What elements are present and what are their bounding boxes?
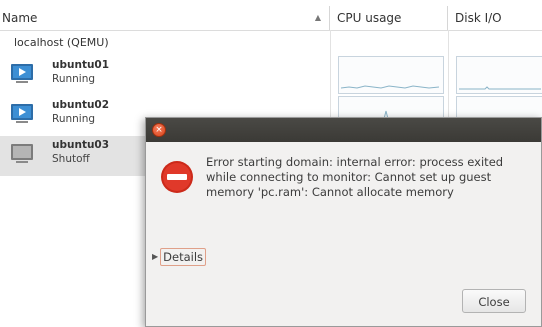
vm-status: Shutoff	[52, 153, 90, 165]
cpu-usage-graph	[338, 56, 444, 94]
dialog-titlebar[interactable]: ×	[146, 118, 541, 142]
column-header-cpu-label: CPU usage	[337, 11, 402, 25]
column-header-name-label: Name	[2, 11, 38, 25]
vm-status: Running	[52, 73, 96, 85]
vm-status: Running	[52, 113, 96, 125]
column-header-name[interactable]: Name ▲	[0, 6, 330, 30]
expander-arrow-icon: ▶	[152, 252, 159, 261]
vm-running-icon	[11, 104, 33, 123]
sort-ascending-icon: ▲	[314, 13, 321, 22]
header-divider	[0, 30, 542, 31]
vm-row-ubuntu01[interactable]: ubuntu01 Running	[0, 56, 542, 96]
disk-io-graph	[456, 56, 542, 94]
vm-running-icon	[11, 64, 33, 83]
close-icon[interactable]: ×	[152, 123, 166, 137]
vm-shutoff-icon	[11, 144, 33, 163]
column-header-disk-label: Disk I/O	[455, 11, 502, 25]
disk-io-sparkline	[459, 86, 541, 90]
vm-name: ubuntu03	[52, 139, 110, 151]
details-expander[interactable]: ▶ Details	[152, 248, 207, 270]
vm-name: ubuntu01	[52, 59, 110, 71]
vm-name: ubuntu02	[52, 99, 110, 111]
error-message: Error starting domain: internal error: p…	[206, 155, 504, 199]
close-button[interactable]: Close	[462, 289, 526, 313]
error-icon	[161, 161, 193, 193]
cpu-usage-sparkline	[340, 85, 440, 89]
connection-group-label[interactable]: localhost (QEMU)	[14, 36, 109, 49]
column-header-cpu[interactable]: CPU usage	[331, 6, 448, 30]
error-dialog: × Error starting domain: internal error:…	[145, 117, 542, 327]
column-header-disk[interactable]: Disk I/O	[449, 6, 542, 30]
details-label: Details	[160, 248, 207, 266]
